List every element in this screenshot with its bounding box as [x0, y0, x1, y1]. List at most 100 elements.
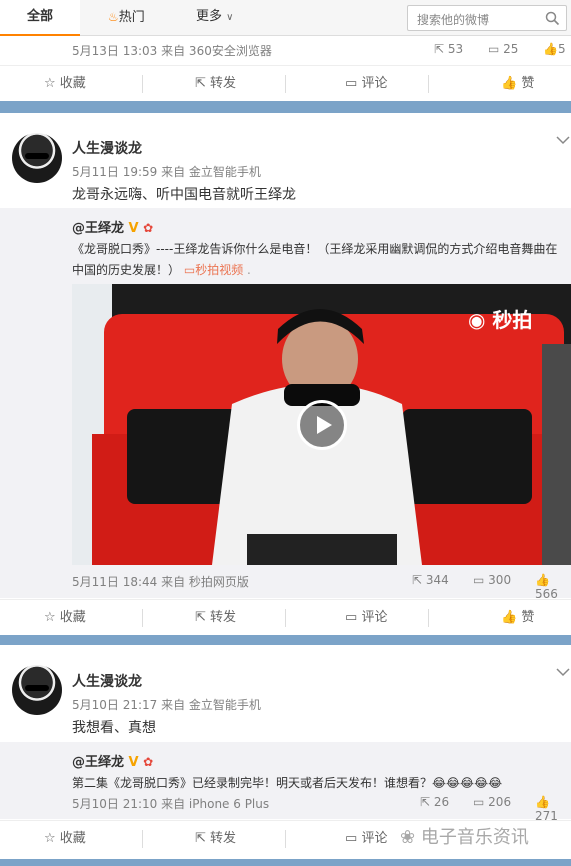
card-separator [0, 635, 571, 645]
repost-meta: 5月11日 18:44 来自 秒拍网页版 [72, 575, 249, 589]
collect-label: 收藏 [59, 76, 86, 91]
forward-icon: ⇱ [195, 76, 206, 91]
like-button[interactable]: 👍 赞 [501, 66, 534, 102]
comment-icon: ▭ [473, 795, 485, 809]
comment-label: 评论 [361, 831, 388, 846]
video-thumbnail[interactable]: ◉ 秒拍 [72, 284, 571, 565]
like-count[interactable]: 👍566 [535, 573, 571, 601]
badge-icon: ✿ [143, 755, 154, 769]
repost-count[interactable]: ⇱ 344 [412, 573, 449, 587]
forward-icon: ⇱ [195, 610, 206, 625]
repost-text-body: 《龙哥脱口秀》----王绎龙告诉你什么是电音！（王绎龙采用幽默调侃的方式介绍电音… [72, 242, 558, 277]
author-name[interactable]: 人生漫谈龙 [72, 138, 142, 158]
comment-icon: ▭ [473, 573, 485, 587]
comment-icon: ▭ [345, 610, 358, 625]
forward-label: 转发 [210, 610, 237, 625]
post-meta: 5月10日 21:17 来自 金立智能手机 [72, 698, 261, 712]
video-watermark-text: 秒拍 [492, 308, 533, 332]
thumbs-up-icon: 👍 [501, 76, 518, 91]
play-icon [317, 416, 332, 434]
repost-author-name[interactable]: @王绎龙 [72, 755, 124, 770]
divider [142, 75, 143, 93]
forward-button[interactable]: ⇱ 转发 [195, 821, 236, 857]
search-input[interactable]: 搜索他的微博 [417, 11, 489, 28]
search-box[interactable]: 搜索他的微博 [407, 5, 567, 31]
like-button[interactable]: 👍 赞 [501, 600, 534, 636]
chevron-down-icon[interactable] [556, 667, 570, 677]
comment-button[interactable]: ▭ 评论 [345, 600, 387, 636]
wechat-icon: ❀ [400, 827, 416, 848]
collect-label: 收藏 [59, 831, 86, 846]
fire-icon: ♨ [108, 10, 119, 24]
like-count-value: 5 [557, 42, 566, 56]
repost-count-value: 26 [433, 795, 450, 809]
verified-icon: V [128, 221, 139, 236]
comment-count[interactable]: ▭ 300 [473, 573, 511, 587]
repost-icon: ⇱ [434, 42, 445, 56]
comment-button[interactable]: ▭ 评论 [345, 66, 387, 102]
comment-button[interactable]: ▭ 评论 [345, 821, 387, 857]
emoji-laughing-icon: 😂😂😂😂😂 [432, 776, 503, 790]
comment-label: 评论 [361, 610, 388, 625]
star-icon: ☆ [44, 76, 56, 91]
video-watermark: ◉ 秒拍 [468, 304, 532, 333]
video-link[interactable]: ▭秒拍视频 [184, 263, 243, 277]
search-icon[interactable] [545, 11, 560, 26]
forward-button[interactable]: ⇱ 转发 [195, 66, 236, 102]
divider [285, 830, 286, 848]
like-count[interactable]: 👍271 [535, 795, 571, 823]
comment-icon: ▭ [345, 831, 358, 846]
tab-all[interactable]: 全部 [0, 0, 80, 36]
repost-count[interactable]: ⇱ 53 [434, 42, 463, 56]
forward-icon: ⇱ [195, 831, 206, 846]
thumbs-up-icon: 👍 [543, 42, 558, 56]
repost-author: @王绎龙 V ✿ [72, 217, 153, 236]
collect-button[interactable]: ☆ 收藏 [44, 66, 86, 102]
post-meta: 5月13日 13:03 来自 360安全浏览器 [72, 44, 272, 58]
avatar[interactable] [12, 665, 62, 715]
play-button[interactable] [297, 400, 347, 450]
forward-label: 转发 [210, 76, 237, 91]
thumbs-up-icon: 👍 [535, 795, 550, 809]
star-icon: ☆ [44, 610, 56, 625]
comment-label: 评论 [361, 76, 388, 91]
collect-button[interactable]: ☆ 收藏 [44, 821, 86, 857]
divider [142, 609, 143, 627]
like-label: 赞 [521, 610, 535, 625]
repost-count[interactable]: ⇱ 26 [420, 795, 449, 809]
thumbs-up-icon: 👍 [501, 610, 518, 625]
thumbs-up-icon: 👍 [535, 573, 550, 587]
like-count[interactable]: 👍5 [543, 42, 566, 56]
tab-hot-label: 热门 [118, 10, 145, 25]
verified-icon: V [128, 755, 139, 770]
camera-icon: ◉ [468, 308, 486, 332]
post-meta: 5月11日 19:59 来自 金立智能手机 [72, 165, 261, 179]
repost-author: @王绎龙 V ✿ [72, 751, 153, 770]
author-name[interactable]: 人生漫谈龙 [72, 671, 142, 691]
repost-text: 第二集《龙哥脱口秀》已经录制完毕！明天或者后天发布！谁想看？😂😂😂😂😂 [72, 773, 567, 794]
forward-button[interactable]: ⇱ 转发 [195, 600, 236, 636]
repost-count-value: 53 [447, 42, 464, 56]
repost-author-name[interactable]: @王绎龙 [72, 221, 124, 236]
divider [285, 75, 286, 93]
post-card: 5月13日 13:03 来自 360安全浏览器 ⇱ 53 ▭ 25 👍5 ☆ 收… [0, 36, 571, 101]
tab-hot[interactable]: ♨热门 [108, 0, 145, 36]
tab-more[interactable]: 更多 ∨ [196, 0, 233, 36]
action-bar: ☆ 收藏 ⇱ 转发 ▭ 评论 👍 赞 [0, 599, 571, 635]
comment-icon: ▭ [488, 42, 500, 56]
comment-count[interactable]: ▭ 25 [488, 42, 518, 56]
repost-text: 《龙哥脱口秀》----王绎龙告诉你什么是电音！（王绎龙采用幽默调侃的方式介绍电音… [72, 242, 558, 277]
collect-button[interactable]: ☆ 收藏 [44, 600, 86, 636]
tab-bar: 全部 ♨热门 更多 ∨ 搜索他的微博 [0, 0, 571, 36]
comment-count-value: 25 [503, 42, 519, 56]
chevron-down-icon[interactable] [556, 135, 570, 145]
post-card: 人生漫谈龙 5月10日 21:17 来自 金立智能手机 我想看、真想 @王绎龙 … [0, 645, 571, 859]
divider [285, 609, 286, 627]
comment-count[interactable]: ▭ 206 [473, 795, 511, 809]
avatar[interactable] [12, 133, 62, 183]
like-label: 赞 [521, 76, 535, 91]
chevron-down-icon: ∨ [226, 12, 234, 23]
collect-label: 收藏 [59, 610, 86, 625]
divider [142, 830, 143, 848]
repost-icon: ⇱ [412, 573, 423, 587]
